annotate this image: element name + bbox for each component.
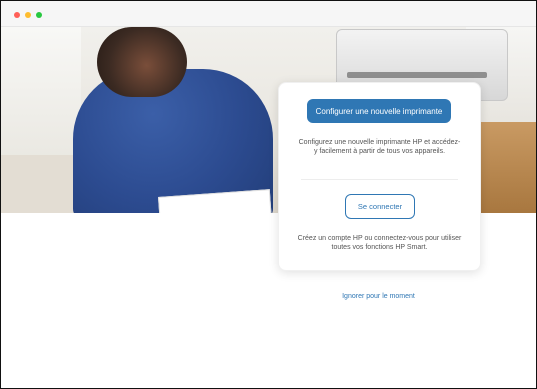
- sign-in-button[interactable]: Se connecter: [345, 194, 415, 219]
- sign-in-description: Créez un compte HP ou connectez-vous pou…: [297, 235, 462, 251]
- zoom-window-control[interactable]: [36, 12, 42, 18]
- title-bar: [1, 1, 536, 27]
- person-head-illustration: [97, 27, 187, 97]
- minimize-window-control[interactable]: [25, 12, 31, 18]
- card-divider: [301, 179, 458, 180]
- onboarding-card: Configurer une nouvelle imprimante Confi…: [278, 82, 481, 271]
- setup-new-printer-button[interactable]: Configurer une nouvelle imprimante: [307, 99, 451, 123]
- close-window-control[interactable]: [14, 12, 20, 18]
- app-window: Configurer une nouvelle imprimante Confi…: [0, 0, 537, 389]
- setup-description: Configurez une nouvelle imprimante HP et…: [298, 139, 461, 155]
- printer-slot: [347, 72, 487, 78]
- skip-link[interactable]: Ignorer pour le moment: [321, 293, 436, 300]
